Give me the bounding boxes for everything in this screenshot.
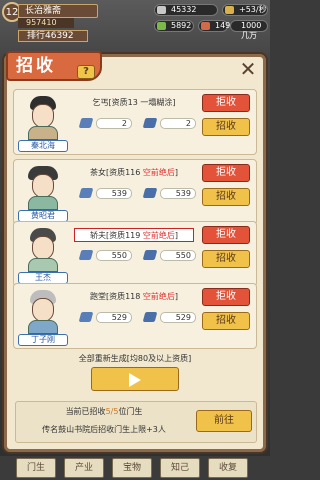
stat-strength: 539 xyxy=(78,188,136,200)
stat-wisdom: 539 xyxy=(142,188,200,200)
stat-strength: 550 xyxy=(78,250,136,262)
coin-icon xyxy=(157,6,166,14)
nav-recover[interactable]: 收复 xyxy=(208,458,248,478)
regenerate-button[interactable] xyxy=(91,367,179,391)
book-icon xyxy=(142,188,158,198)
nav-students[interactable]: 门生 xyxy=(16,458,56,478)
stat-strength: 529 xyxy=(78,312,136,324)
soldier-icon xyxy=(201,22,210,30)
recruit-dialog: 招收 ? ✕ 秦北海 乞丐[资质13 一塌糊涂] 2 2 拒收 招收 黄昭君 茶… xyxy=(4,51,266,452)
recruit-button[interactable]: 招收 xyxy=(202,250,250,268)
stat-strength: 2 xyxy=(78,118,136,130)
recruit-status-panel: 当前已招收5/5位门生 传名鼓山书院后招收门生上限+3人 前往 xyxy=(15,401,257,443)
avatar xyxy=(20,94,68,140)
brush-icon xyxy=(78,118,94,128)
book-icon xyxy=(142,118,158,128)
resource-grain[interactable]: 5892 xyxy=(154,20,194,32)
book-icon xyxy=(142,312,158,322)
rank-label[interactable]: 排行46392 xyxy=(18,30,88,42)
book-icon xyxy=(142,250,158,260)
recruited-count-text: 当前已招收5/5位门生 xyxy=(65,407,143,416)
candidate-name: 秦北海 xyxy=(18,140,68,152)
reject-button[interactable]: 拒收 xyxy=(202,226,250,244)
academy-name: 长治雅斋 xyxy=(18,4,98,18)
brush-icon xyxy=(78,312,94,322)
bottom-nav: 门生 产业 宝物 知己 收复 xyxy=(0,456,270,480)
avatar xyxy=(20,226,68,272)
recruit-button[interactable]: 招收 xyxy=(202,188,250,206)
stat-wisdom: 529 xyxy=(142,312,200,324)
candidate-name: 丁子刚 xyxy=(18,334,68,346)
stat-wisdom: 2 xyxy=(142,118,200,130)
candidate-card: 黄昭君 茶女[资质116 空前绝后] 539 539 拒收 招收 xyxy=(13,159,257,225)
grain-icon xyxy=(157,22,166,30)
nav-treasure[interactable]: 宝物 xyxy=(112,458,152,478)
upgrade-hint: 传名鼓山书院后招收门生上限+3人 xyxy=(42,425,166,434)
nav-property[interactable]: 产业 xyxy=(64,458,104,478)
recruit-button[interactable]: 招收 xyxy=(202,312,250,330)
close-icon[interactable]: ✕ xyxy=(237,59,259,81)
reject-button[interactable]: 拒收 xyxy=(202,164,250,182)
resource-rate: +53/秒 xyxy=(222,4,268,16)
candidate-info: 乞丐[资质13 一塌糊涂] xyxy=(92,98,176,107)
candidate-info: 轿夫[资质119 空前绝后] xyxy=(74,228,194,242)
resource-gold[interactable]: 1000几万 xyxy=(230,20,268,40)
resource-silver[interactable]: 45332 xyxy=(154,4,218,16)
candidate-info: 跑堂[资质118 空前绝后] xyxy=(89,292,179,301)
candidate-card: 丁子刚 跑堂[资质118 空前绝后] 529 529 拒收 招收 xyxy=(13,283,257,349)
top-hud: 12 长治雅斋 957410 排行46392 45332 +53/秒 5892 … xyxy=(0,0,270,44)
candidate-card: 王杰 轿夫[资质119 空前绝后] 550 550 拒收 招收 xyxy=(13,221,257,287)
resource-soldier[interactable]: 149 xyxy=(198,20,230,32)
avatar xyxy=(20,288,68,334)
regenerate-hint: 全部重新生成[均80及以上资质] xyxy=(78,354,192,363)
help-icon[interactable]: ? xyxy=(77,65,95,79)
brush-icon xyxy=(78,250,94,260)
reject-button[interactable]: 拒收 xyxy=(202,288,250,306)
rate-icon xyxy=(225,6,234,14)
candidate-info: 茶女[资质116 空前绝后] xyxy=(89,168,179,177)
recruit-button[interactable]: 招收 xyxy=(202,118,250,136)
play-icon xyxy=(129,373,141,387)
reject-button[interactable]: 拒收 xyxy=(202,94,250,112)
nav-confidant[interactable]: 知己 xyxy=(160,458,200,478)
candidate-card: 秦北海 乞丐[资质13 一塌糊涂] 2 2 拒收 招收 xyxy=(13,89,257,155)
academy-power: 957410 xyxy=(18,18,74,28)
stat-wisdom: 550 xyxy=(142,250,200,262)
avatar xyxy=(20,164,68,210)
goto-button[interactable]: 前往 xyxy=(196,410,252,432)
brush-icon xyxy=(78,188,94,198)
